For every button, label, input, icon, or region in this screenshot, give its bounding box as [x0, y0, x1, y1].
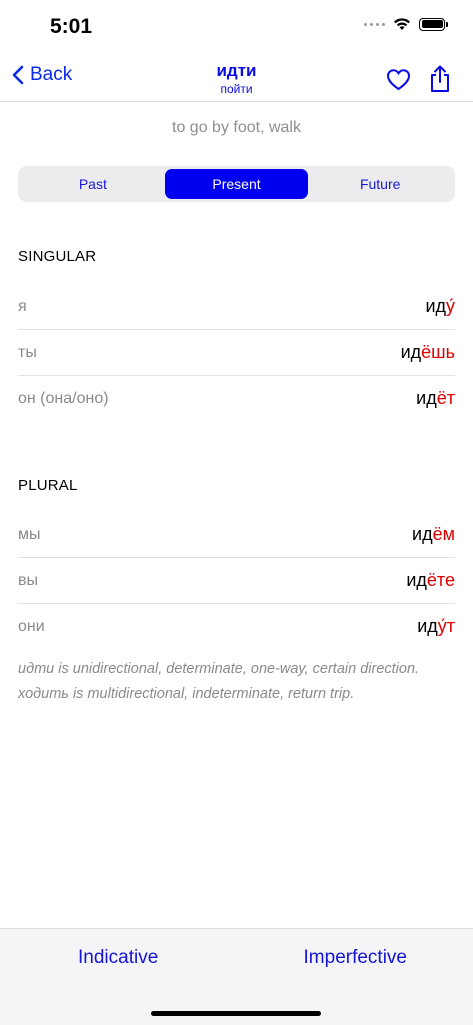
tab-present[interactable]: Present [164, 169, 309, 199]
heart-icon[interactable] [386, 68, 411, 91]
verb-stem: ид [406, 570, 427, 590]
usage-note-line: ходить is multidirectional, indeterminat… [18, 686, 355, 702]
pronoun-label: ты [18, 343, 37, 361]
verb-form: идёте [406, 570, 455, 591]
bottom-toolbar: Indicative Imperfective [0, 928, 473, 1025]
translation-text: to go by foot, walk [172, 119, 301, 136]
wifi-icon [394, 18, 410, 30]
home-indicator [151, 1011, 321, 1016]
conjugation-row: они иду́т [18, 604, 455, 649]
verb-ending: ёте [426, 570, 455, 590]
cellular-signal-icon [364, 19, 385, 29]
verb-form: идёт [416, 388, 455, 409]
usage-note: идти is unidirectional, determinate, one… [18, 657, 455, 707]
plural-conjugation-list: мы идём вы идёте они иду́т [18, 512, 455, 649]
verb-ending: ём [432, 524, 455, 544]
share-icon[interactable] [429, 65, 451, 93]
pronoun-label: он (она/оно) [18, 389, 109, 407]
verb-ending: у́т [437, 616, 455, 636]
nav-actions [386, 65, 451, 93]
conjugation-row: я иду́ [18, 284, 455, 330]
verb-stem: ид [416, 388, 437, 408]
conjugation-row: мы идём [18, 512, 455, 558]
conjugation-row: вы идёте [18, 558, 455, 604]
conjugation-row: он (она/оно) идёт [18, 376, 455, 421]
battery-icon [419, 17, 448, 31]
plural-section-title: PLURAL [18, 477, 78, 494]
verb-form: идём [412, 524, 455, 545]
verb-stem: ид [417, 616, 438, 636]
tense-segmented-control: Past Present Future [18, 166, 455, 202]
singular-conjugation-list: я иду́ ты идёшь он (она/оно) идёт [18, 284, 455, 421]
verb-form: иду́ [425, 296, 455, 317]
verb-ending: ёшь [421, 342, 455, 362]
pronoun-label: вы [18, 571, 38, 589]
conjugation-row: ты идёшь [18, 330, 455, 376]
verb-ending: у́ [446, 296, 455, 316]
pronoun-label: они [18, 617, 45, 635]
verb-stem: ид [400, 342, 422, 362]
status-bar: 5:01 [0, 0, 473, 54]
status-time: 5:01 [50, 15, 93, 38]
verb-ending: ёт [436, 388, 455, 408]
verb-form: иду́т [417, 616, 455, 637]
imperfective-button[interactable]: Imperfective [304, 947, 407, 969]
usage-note-line: идти is unidirectional, determinate, one… [18, 661, 420, 677]
tab-past[interactable]: Past [21, 169, 165, 199]
tab-future[interactable]: Future [308, 169, 452, 199]
navigation-bar: Back идти пойти [0, 54, 473, 102]
singular-section-title: SINGULAR [18, 248, 97, 265]
verb-stem: ид [412, 524, 433, 544]
pronoun-label: мы [18, 525, 41, 543]
indicative-button[interactable]: Indicative [78, 947, 158, 969]
pronoun-label: я [18, 297, 27, 315]
status-icons [364, 17, 448, 31]
verb-stem: ид [425, 296, 446, 316]
verb-form: идёшь [401, 342, 455, 363]
